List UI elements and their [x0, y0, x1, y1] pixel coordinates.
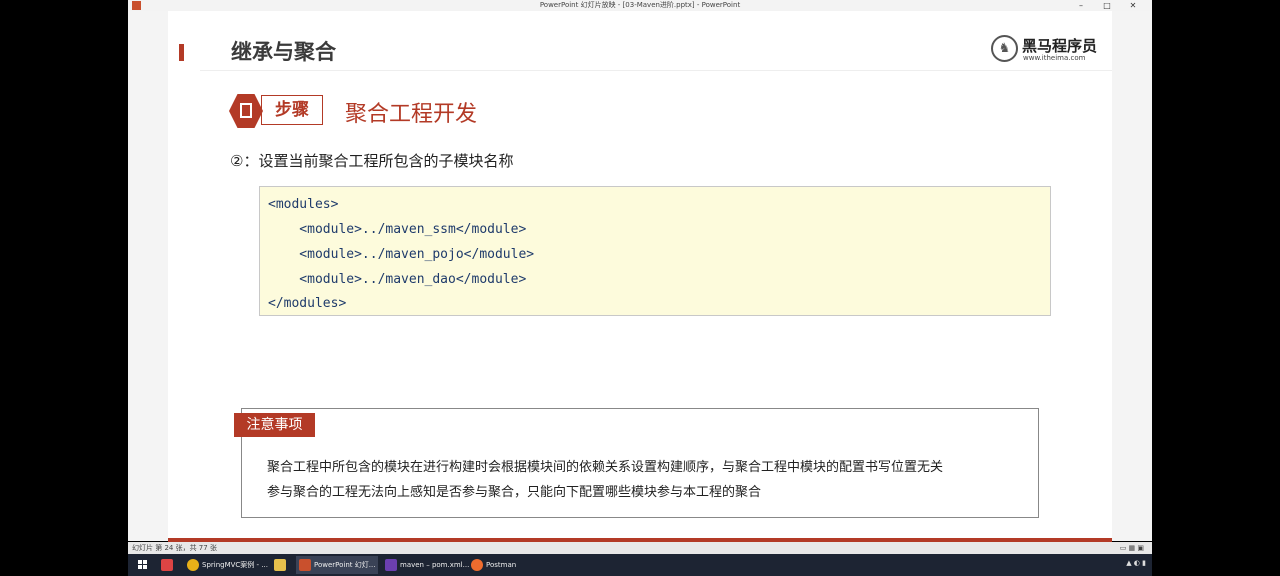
step-label: 步骤 [261, 95, 323, 125]
status-bar: 幻灯片 第 24 张，共 77 张 ▭ ▦ ▣ [128, 542, 1152, 554]
step-description: ②：设置当前聚合工程所包含的子模块名称 [230, 152, 514, 170]
code-line: </modules> [268, 296, 347, 311]
window-title-bar: PowerPoint 幻灯片放映 - [03-Maven进阶.pptx] - P… [128, 0, 1152, 11]
notice-line: 聚合工程中所包含的模块在进行构建时会根据模块间的依赖关系设置构建顺序，与聚合工程… [267, 460, 944, 475]
notice-line: 参与聚合的工程无法向上感知是否参与聚合，只能向下配置哪些模块参与本工程的聚合 [267, 485, 762, 500]
chrome-icon [187, 559, 199, 571]
taskbar-label: PowerPoint 幻灯... [314, 561, 376, 569]
header-divider [200, 70, 1112, 71]
slide-header-title: 继承与聚合 [231, 40, 336, 64]
slide-counter: 幻灯片 第 24 张，共 77 张 [132, 544, 217, 552]
maximize-button[interactable]: □ [1094, 0, 1120, 11]
taskbar-label: SpringMVC案例 - ... [202, 561, 268, 569]
code-line: <module>../maven_pojo</module> [268, 247, 535, 262]
taskbar-app[interactable] [158, 556, 178, 574]
view-controls[interactable]: ▭ ▦ ▣ [1120, 542, 1144, 554]
notice-label: 注意事项 [234, 413, 315, 437]
header-accent-mark [179, 44, 184, 61]
code-line: <modules> [268, 197, 339, 212]
system-tray[interactable]: ▲ ◐ ▮ [1126, 559, 1146, 567]
app-icon [161, 559, 173, 571]
window-title: PowerPoint 幻灯片放映 - [03-Maven进阶.pptx] - P… [539, 1, 741, 9]
taskbar-item-explorer[interactable] [271, 556, 293, 574]
code-line: <module>../maven_ssm</module> [268, 222, 527, 237]
powerpoint-icon [299, 559, 311, 571]
close-button[interactable]: ✕ [1120, 0, 1146, 11]
logo-url: www.itheima.com [1023, 54, 1086, 62]
taskbar-item-powerpoint[interactable]: PowerPoint 幻灯... [296, 556, 378, 574]
windows-start-icon[interactable] [138, 560, 148, 570]
document-icon [240, 103, 252, 118]
taskbar-label: Postman [486, 561, 517, 569]
code-block: <modules> <module>../maven_ssm</module> … [259, 186, 1051, 316]
code-line: <module>../maven_dao</module> [268, 272, 527, 287]
logo-name: 黑马程序员 [1022, 37, 1098, 55]
folder-icon [274, 559, 286, 571]
powerpoint-app-icon [132, 1, 141, 10]
horse-logo-icon: ♞ [991, 35, 1018, 62]
taskbar-item-intellij[interactable]: maven – pom.xml... [382, 556, 469, 574]
postman-icon [471, 559, 483, 571]
taskbar-item-chrome[interactable]: SpringMVC案例 - ... [184, 556, 268, 574]
taskbar-label: maven – pom.xml... [400, 561, 470, 569]
minimize-button[interactable]: – [1068, 0, 1094, 11]
window-controls: – □ ✕ [1068, 0, 1146, 11]
taskbar: SpringMVC案例 - ... PowerPoint 幻灯... maven… [128, 554, 1152, 576]
taskbar-item-postman[interactable]: Postman [468, 556, 538, 574]
company-logo: ♞ 黑马程序员 www.itheima.com [991, 34, 1097, 64]
intellij-icon [385, 559, 397, 571]
step-title: 聚合工程开发 [345, 102, 478, 127]
